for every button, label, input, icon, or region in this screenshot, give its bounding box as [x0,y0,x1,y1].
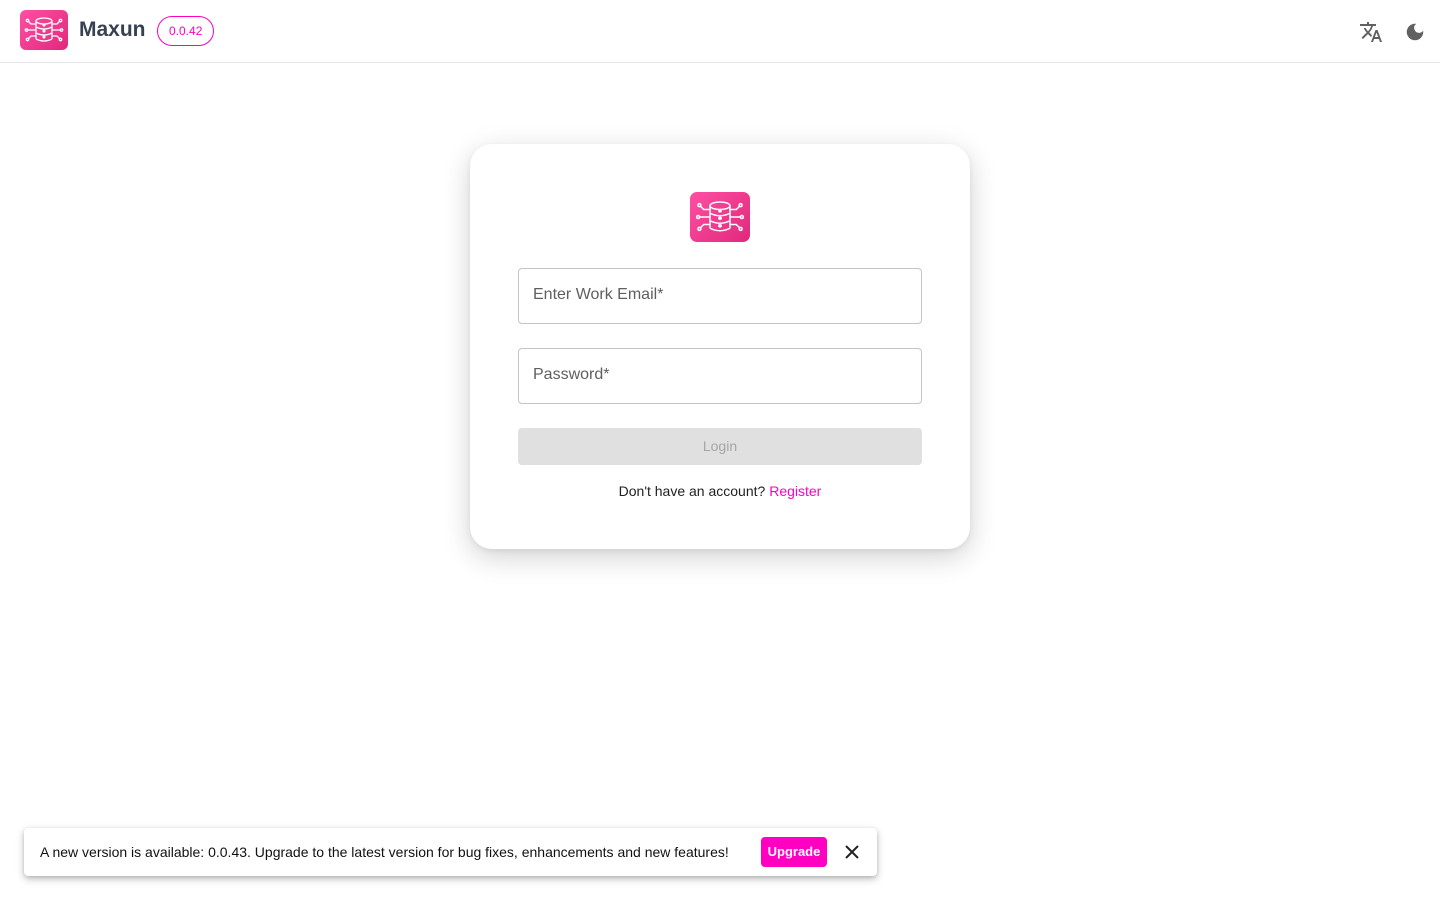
email-field[interactable]: Enter Work Email* [518,268,922,324]
version-badge: 0.0.42 [157,16,215,46]
close-icon[interactable] [840,840,864,864]
password-input[interactable] [519,349,921,403]
top-header: Maxun 0.0.42 [0,0,1440,63]
register-link[interactable]: Register [769,483,821,499]
upgrade-button[interactable]: Upgrade [761,837,827,867]
translate-icon[interactable] [1359,20,1383,44]
update-snackbar: A new version is available: 0.0.43. Upgr… [24,828,877,876]
database-circuit-icon [690,192,750,242]
login-button[interactable]: Login [518,428,922,465]
database-circuit-icon[interactable] [20,10,68,50]
update-message: A new version is available: 0.0.43. Upgr… [40,844,729,860]
register-row: Don't have an account? Register [470,483,970,499]
login-card: Enter Work Email* Password* Login Don't … [470,144,970,549]
password-field[interactable]: Password* [518,348,922,404]
dark-mode-moon-icon[interactable] [1403,20,1427,44]
app-name: Maxun [79,18,146,41]
email-input[interactable] [519,269,921,323]
register-prompt: Don't have an account? [618,483,766,499]
